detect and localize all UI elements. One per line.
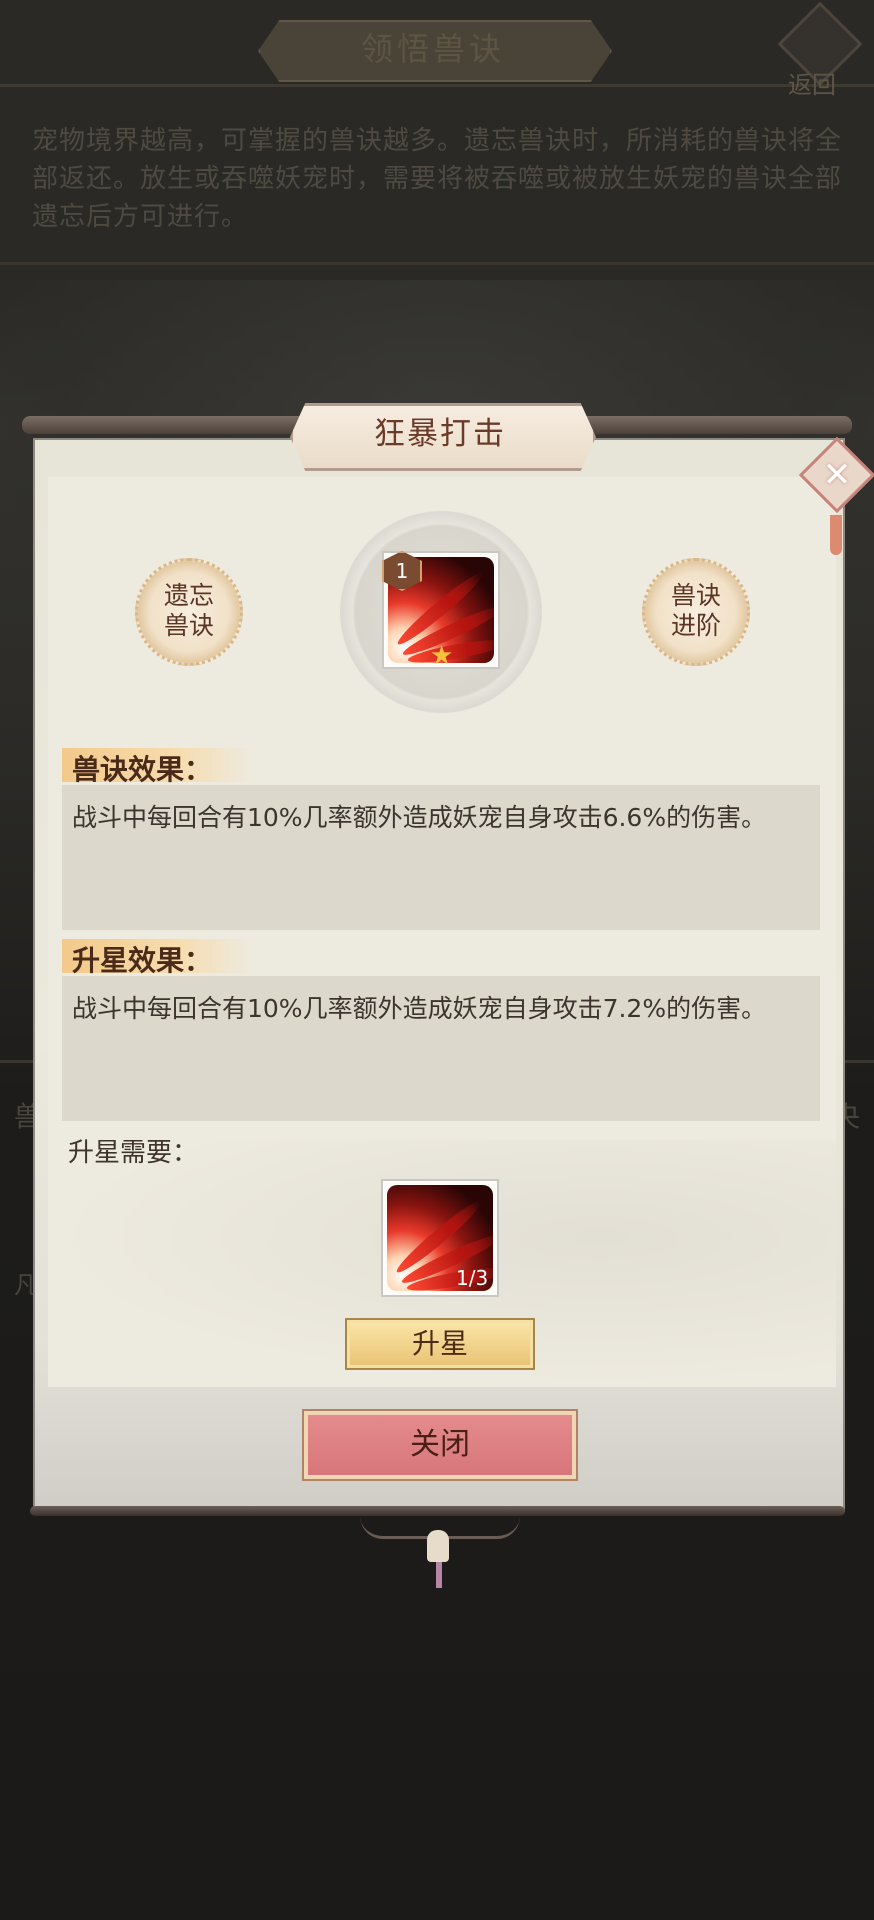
- bell-icon: [427, 1530, 449, 1562]
- star-effect-label: 升星效果：: [72, 944, 213, 977]
- scroll-rod-bottom: [30, 1506, 845, 1516]
- close-icon: ✕: [822, 455, 852, 495]
- bell-cord: [436, 1562, 442, 1588]
- bg-divider: [0, 84, 874, 87]
- bg-back-label: 返回: [788, 71, 836, 99]
- close-button[interactable]: 关闭: [302, 1409, 578, 1481]
- forget-skill-label: 遗忘 兽诀: [163, 581, 214, 640]
- requirement-label: 升星需要：: [68, 1138, 199, 1168]
- close-button-label: 关闭: [410, 1427, 470, 1462]
- bg-back-button[interactable]: 返回: [777, 1, 863, 99]
- bg-page-title: 领悟兽诀: [360, 30, 505, 68]
- star-icon: ★: [430, 641, 454, 671]
- bg-description: 宠物境界越高，可掌握的兽诀越多。遗忘兽诀时，所消耗的兽诀将全部返还。放生或吞噬妖…: [32, 126, 843, 232]
- advance-skill-button[interactable]: 兽诀 进阶: [642, 558, 750, 666]
- effect-text-box: 战斗中每回合有10%几率额外造成妖宠自身攻击6.6%的伤害。: [62, 785, 820, 930]
- forget-skill-button[interactable]: 遗忘 兽诀: [135, 558, 243, 666]
- material-count: 1/3: [456, 1266, 489, 1290]
- effect-label: 兽诀效果：: [72, 753, 213, 786]
- advance-skill-label: 兽诀 进阶: [670, 581, 721, 640]
- upgrade-star-label: 升星: [411, 1327, 468, 1360]
- bg-separator: [0, 262, 874, 265]
- star-effect-text: 战斗中每回合有10%几率额外造成妖宠自身攻击7.2%的伤害。: [72, 994, 767, 1023]
- star-effect-text-box: 战斗中每回合有10%几率额外造成妖宠自身攻击7.2%的伤害。: [62, 976, 820, 1121]
- dialog-title: 狂暴打击: [374, 416, 506, 452]
- tassel-decoration: [830, 515, 842, 555]
- upgrade-star-button[interactable]: 升星: [345, 1318, 535, 1370]
- effect-text: 战斗中每回合有10%几率额外造成妖宠自身攻击6.6%的伤害。: [72, 803, 767, 832]
